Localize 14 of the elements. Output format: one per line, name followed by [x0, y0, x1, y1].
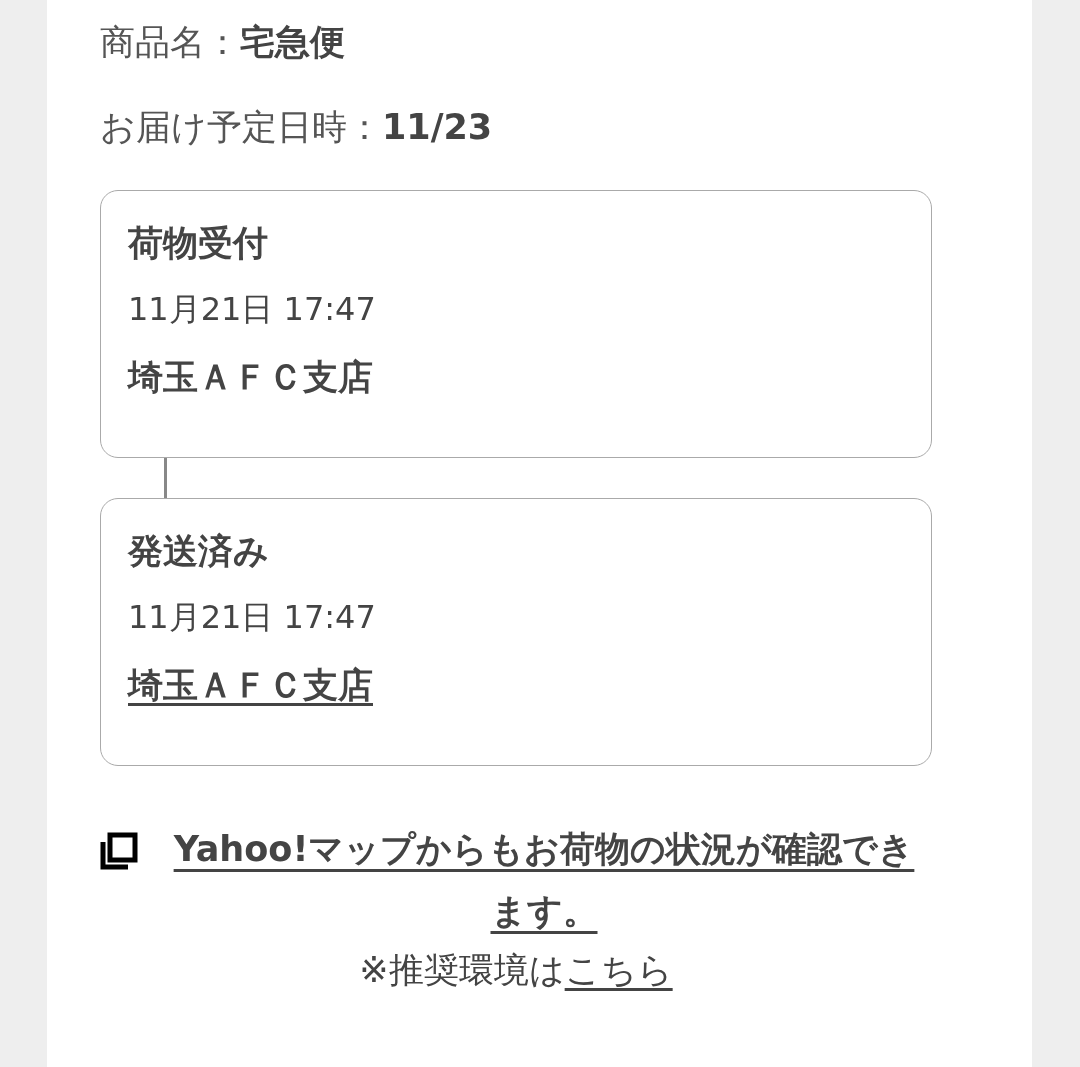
detail-label: お届け予定日時： — [100, 107, 382, 147]
location-link[interactable]: 埼玉ＡＦＣ支店 — [128, 665, 373, 705]
detail-value: 11/23 — [382, 107, 493, 147]
recommended-env-link[interactable]: こちら — [564, 950, 673, 990]
note-text: ※推奨環境は — [359, 950, 565, 990]
new-window-icon — [100, 832, 138, 870]
detail-value: 宅急便 — [240, 22, 345, 62]
detail-label: 商品名： — [100, 22, 240, 62]
event-time: 11月21日 17:47 — [128, 597, 377, 637]
map-link[interactable]: Yahoo!マップからもお荷物の状況が確認できます。 — [156, 818, 932, 942]
event-time: 11月21日 17:47 — [128, 289, 377, 329]
event-location: 埼玉ＡＦＣ支店 — [128, 357, 373, 397]
event-status: 発送済み — [128, 530, 270, 573]
event-status: 荷物受付 — [128, 222, 269, 265]
